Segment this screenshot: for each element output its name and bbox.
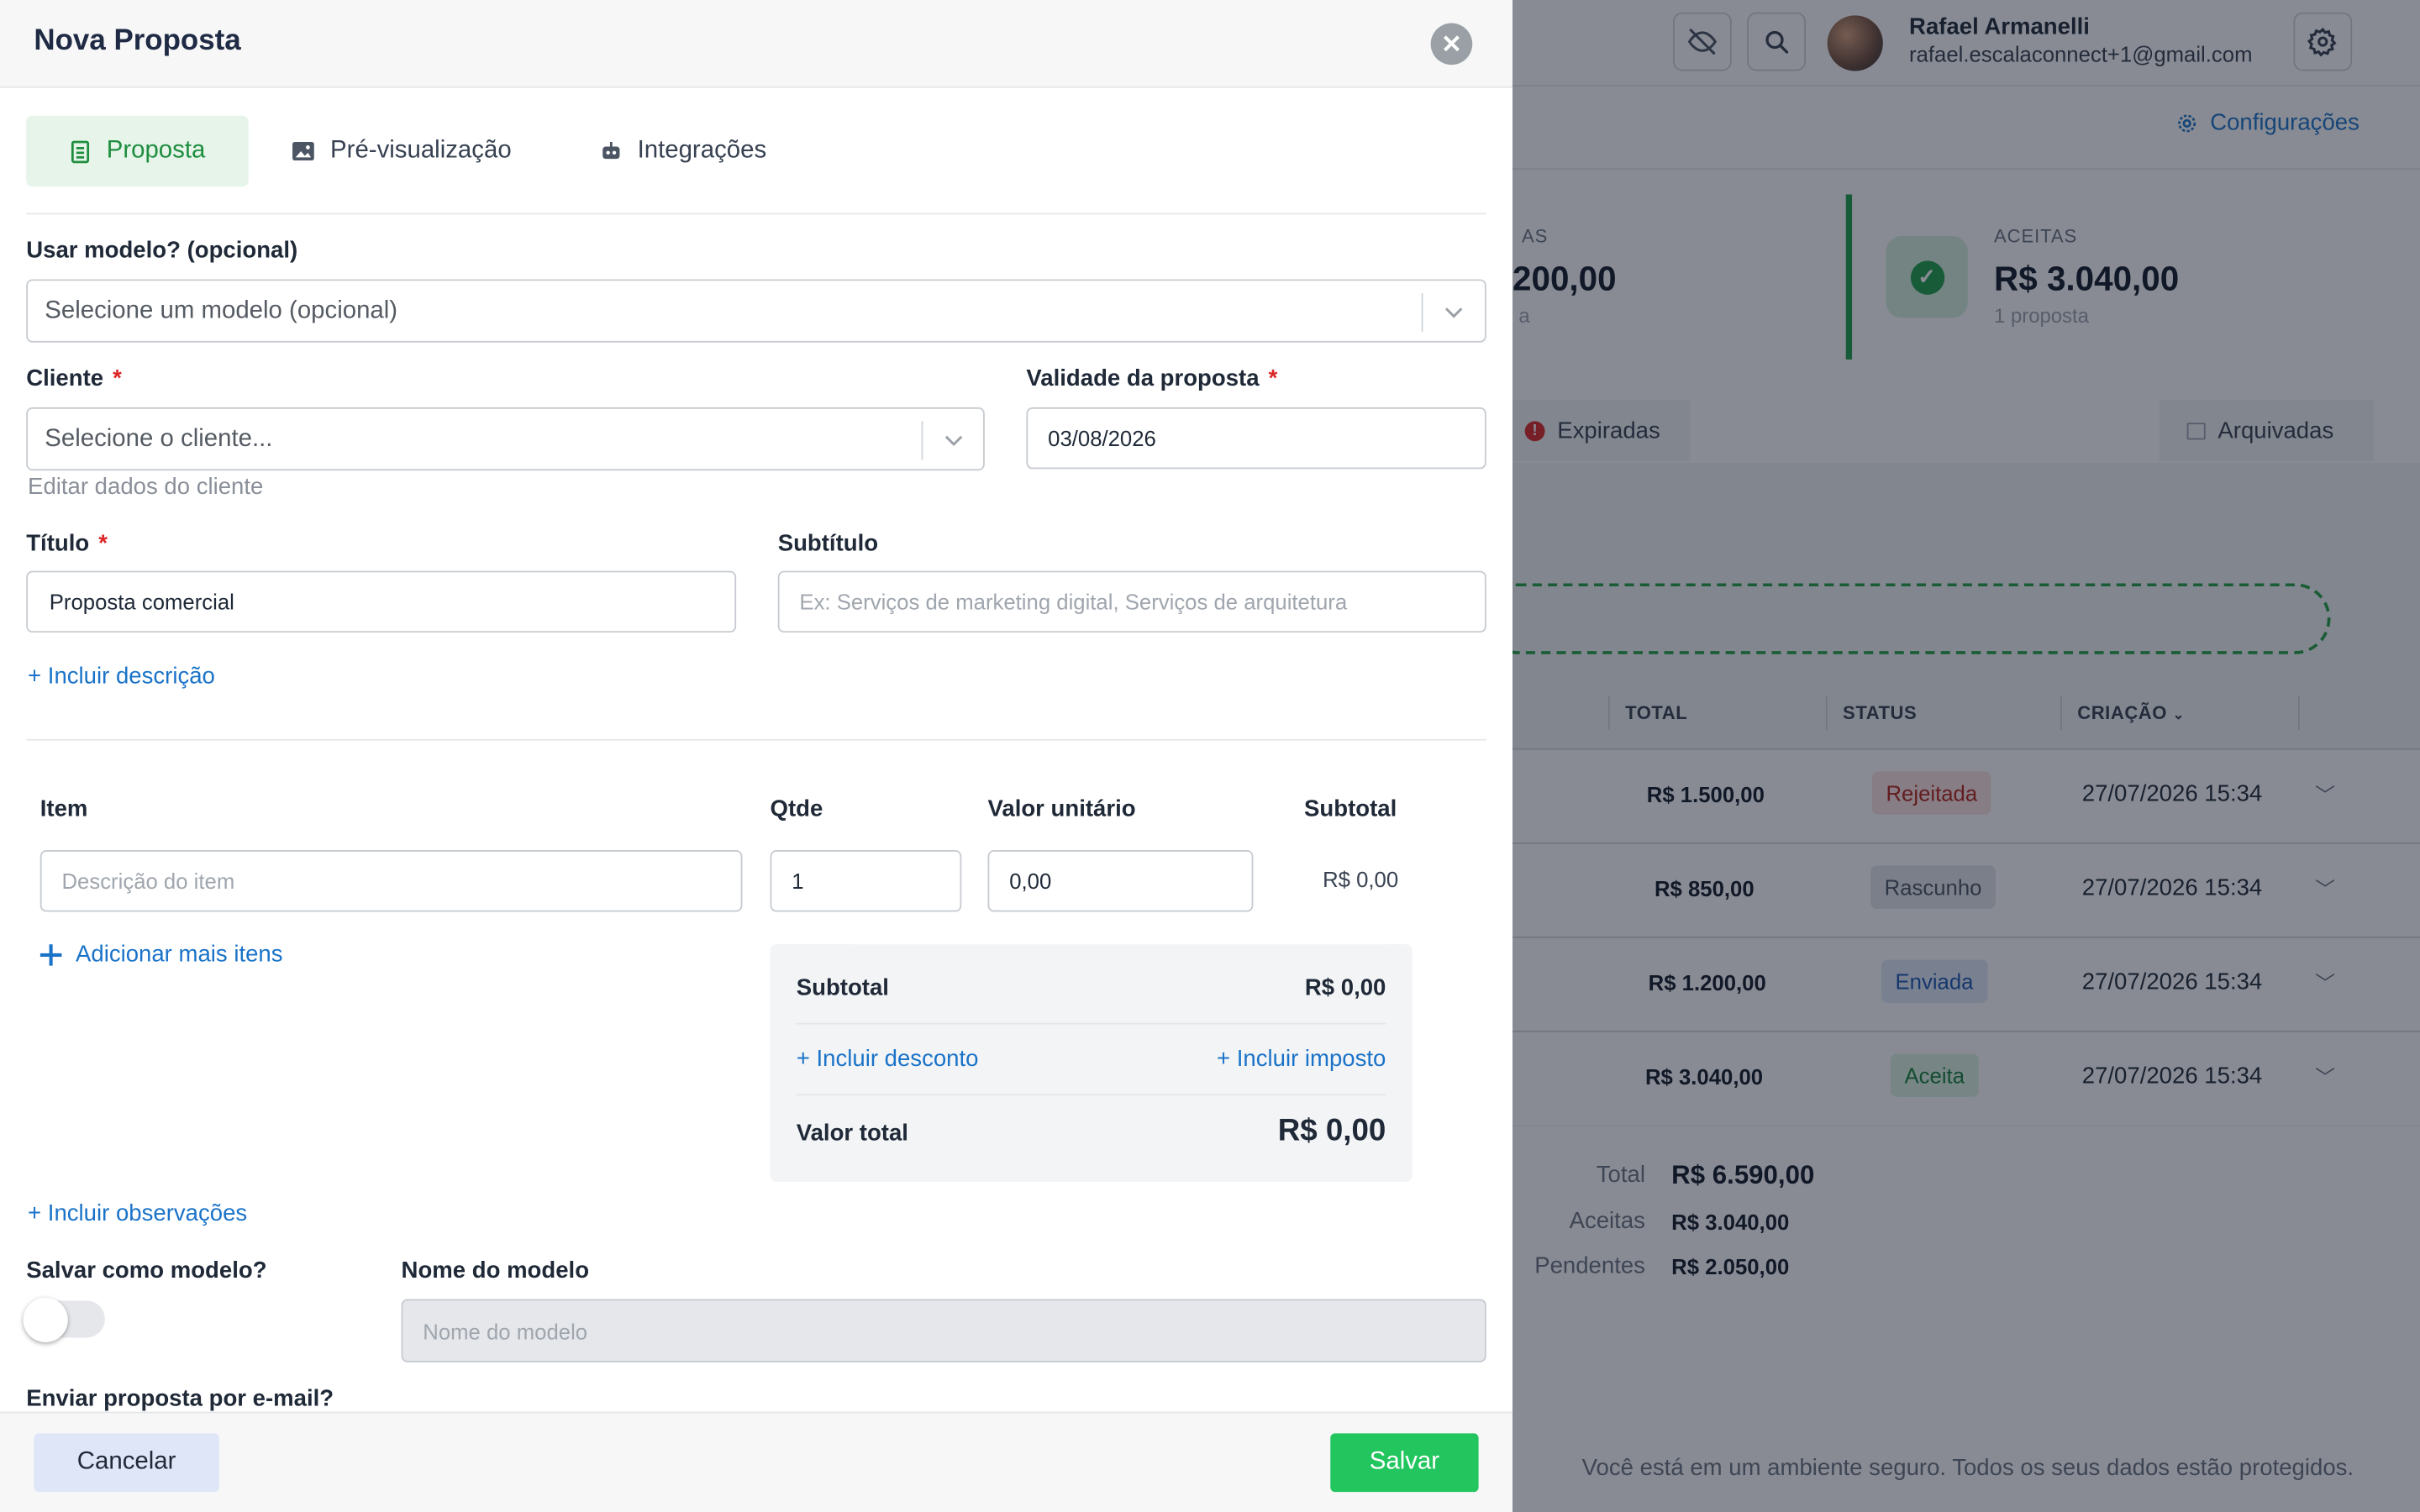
title-label: Título * bbox=[26, 531, 108, 557]
close-button[interactable]: ✕ bbox=[1430, 23, 1473, 66]
title-label-text: Título bbox=[26, 530, 90, 558]
item-header: Item bbox=[39, 795, 88, 822]
chevron-down-icon bbox=[1444, 307, 1463, 318]
item-description-input[interactable]: Descrição do item bbox=[39, 850, 743, 912]
template-select-placeholder: Selecione um modelo (opcional) bbox=[45, 297, 398, 323]
send-email-label: Enviar proposta por e-mail? bbox=[26, 1385, 334, 1412]
tab-proposal-label: Proposta bbox=[106, 137, 206, 164]
chevron-down-icon bbox=[944, 435, 963, 447]
qty-header: Qtde bbox=[770, 795, 823, 822]
summary-divider bbox=[796, 1094, 1386, 1096]
subtitle-label: Subtítulo bbox=[777, 530, 879, 558]
validity-date-input[interactable]: 03/08/2026 bbox=[1026, 407, 1486, 470]
validity-label-text: Validade da proposta bbox=[1026, 365, 1260, 392]
qty-input[interactable]: 1 bbox=[770, 850, 962, 912]
summary-total-value: R$ 0,00 bbox=[1277, 1114, 1386, 1148]
select-separator bbox=[921, 421, 923, 460]
tab-proposal[interactable]: Proposta bbox=[26, 115, 249, 187]
client-label-text: Cliente bbox=[26, 365, 104, 392]
include-notes-link[interactable]: + Incluir observações bbox=[28, 1200, 247, 1226]
template-name-input[interactable]: Nome do modelo bbox=[401, 1299, 1486, 1362]
include-description-link[interactable]: + Incluir descrição bbox=[28, 664, 215, 690]
required-marker: * bbox=[113, 365, 122, 392]
unit-value-input[interactable]: 0,00 bbox=[987, 850, 1254, 912]
modal-title: Nova Proposta bbox=[34, 24, 241, 57]
title-input[interactable]: Proposta comercial bbox=[26, 570, 737, 633]
cancel-button[interactable]: Cancelar bbox=[34, 1433, 219, 1493]
summary-total-label: Valor total bbox=[796, 1120, 908, 1147]
subtitle-input[interactable]: Ex: Serviços de marketing digital, Servi… bbox=[777, 570, 1486, 633]
required-marker: * bbox=[98, 530, 108, 558]
validity-label: Validade da proposta * bbox=[1026, 365, 1277, 391]
summary-subtotal-value: R$ 0,00 bbox=[1304, 974, 1386, 1002]
modal-header: Nova Proposta ✕ bbox=[0, 0, 1513, 88]
new-proposal-modal: Nova Proposta ✕ Proposta Pré-visualizaçã… bbox=[0, 0, 1513, 1512]
plus-icon bbox=[39, 943, 62, 965]
section-divider bbox=[26, 738, 1486, 741]
summary-divider bbox=[796, 1022, 1386, 1025]
summary-subtotal-label: Subtotal bbox=[796, 974, 889, 1002]
modal-footer bbox=[0, 1411, 1513, 1512]
client-select[interactable]: Selecione o cliente... bbox=[26, 407, 985, 471]
client-label: Cliente * bbox=[26, 365, 122, 391]
include-tax-link[interactable]: + Incluir imposto bbox=[1217, 1046, 1386, 1072]
save-template-toggle[interactable] bbox=[23, 1297, 105, 1342]
template-name-label: Nome do modelo bbox=[401, 1257, 590, 1284]
toggle-knob bbox=[23, 1297, 68, 1342]
save-template-label: Salvar como modelo? bbox=[26, 1257, 267, 1284]
client-select-placeholder: Selecione o cliente... bbox=[45, 425, 273, 452]
tab-preview-label: Pré-visualização bbox=[330, 137, 512, 164]
add-items-label: Adicionar mais itens bbox=[76, 941, 283, 968]
select-separator bbox=[1421, 292, 1423, 332]
document-icon bbox=[71, 139, 90, 163]
image-icon bbox=[292, 141, 314, 161]
add-items-button[interactable]: Adicionar mais itens bbox=[39, 941, 283, 968]
template-select[interactable]: Selecione um modelo (opcional) bbox=[26, 279, 1486, 343]
tab-integrations-label: Integrações bbox=[637, 137, 767, 164]
close-icon: ✕ bbox=[1441, 31, 1462, 58]
unit-value-header: Valor unitário bbox=[987, 795, 1136, 822]
totals-summary: Subtotal R$ 0,00 + Incluir desconto + In… bbox=[770, 944, 1413, 1182]
tab-integrations[interactable]: Integrações bbox=[600, 116, 766, 186]
required-marker: * bbox=[1268, 365, 1278, 392]
template-label: Usar modelo? (opcional) bbox=[26, 237, 298, 265]
subtotal-header: Subtotal bbox=[1304, 795, 1397, 822]
edit-client-link[interactable]: Editar dados do cliente bbox=[28, 474, 263, 500]
save-button[interactable]: Salvar bbox=[1330, 1433, 1479, 1493]
include-discount-link[interactable]: + Incluir desconto bbox=[797, 1046, 979, 1072]
tabs-divider bbox=[26, 213, 1486, 215]
robot-icon bbox=[602, 141, 620, 160]
item-subtotal: R$ 0,00 bbox=[1323, 867, 1399, 892]
tab-preview[interactable]: Pré-visualização bbox=[292, 116, 512, 186]
